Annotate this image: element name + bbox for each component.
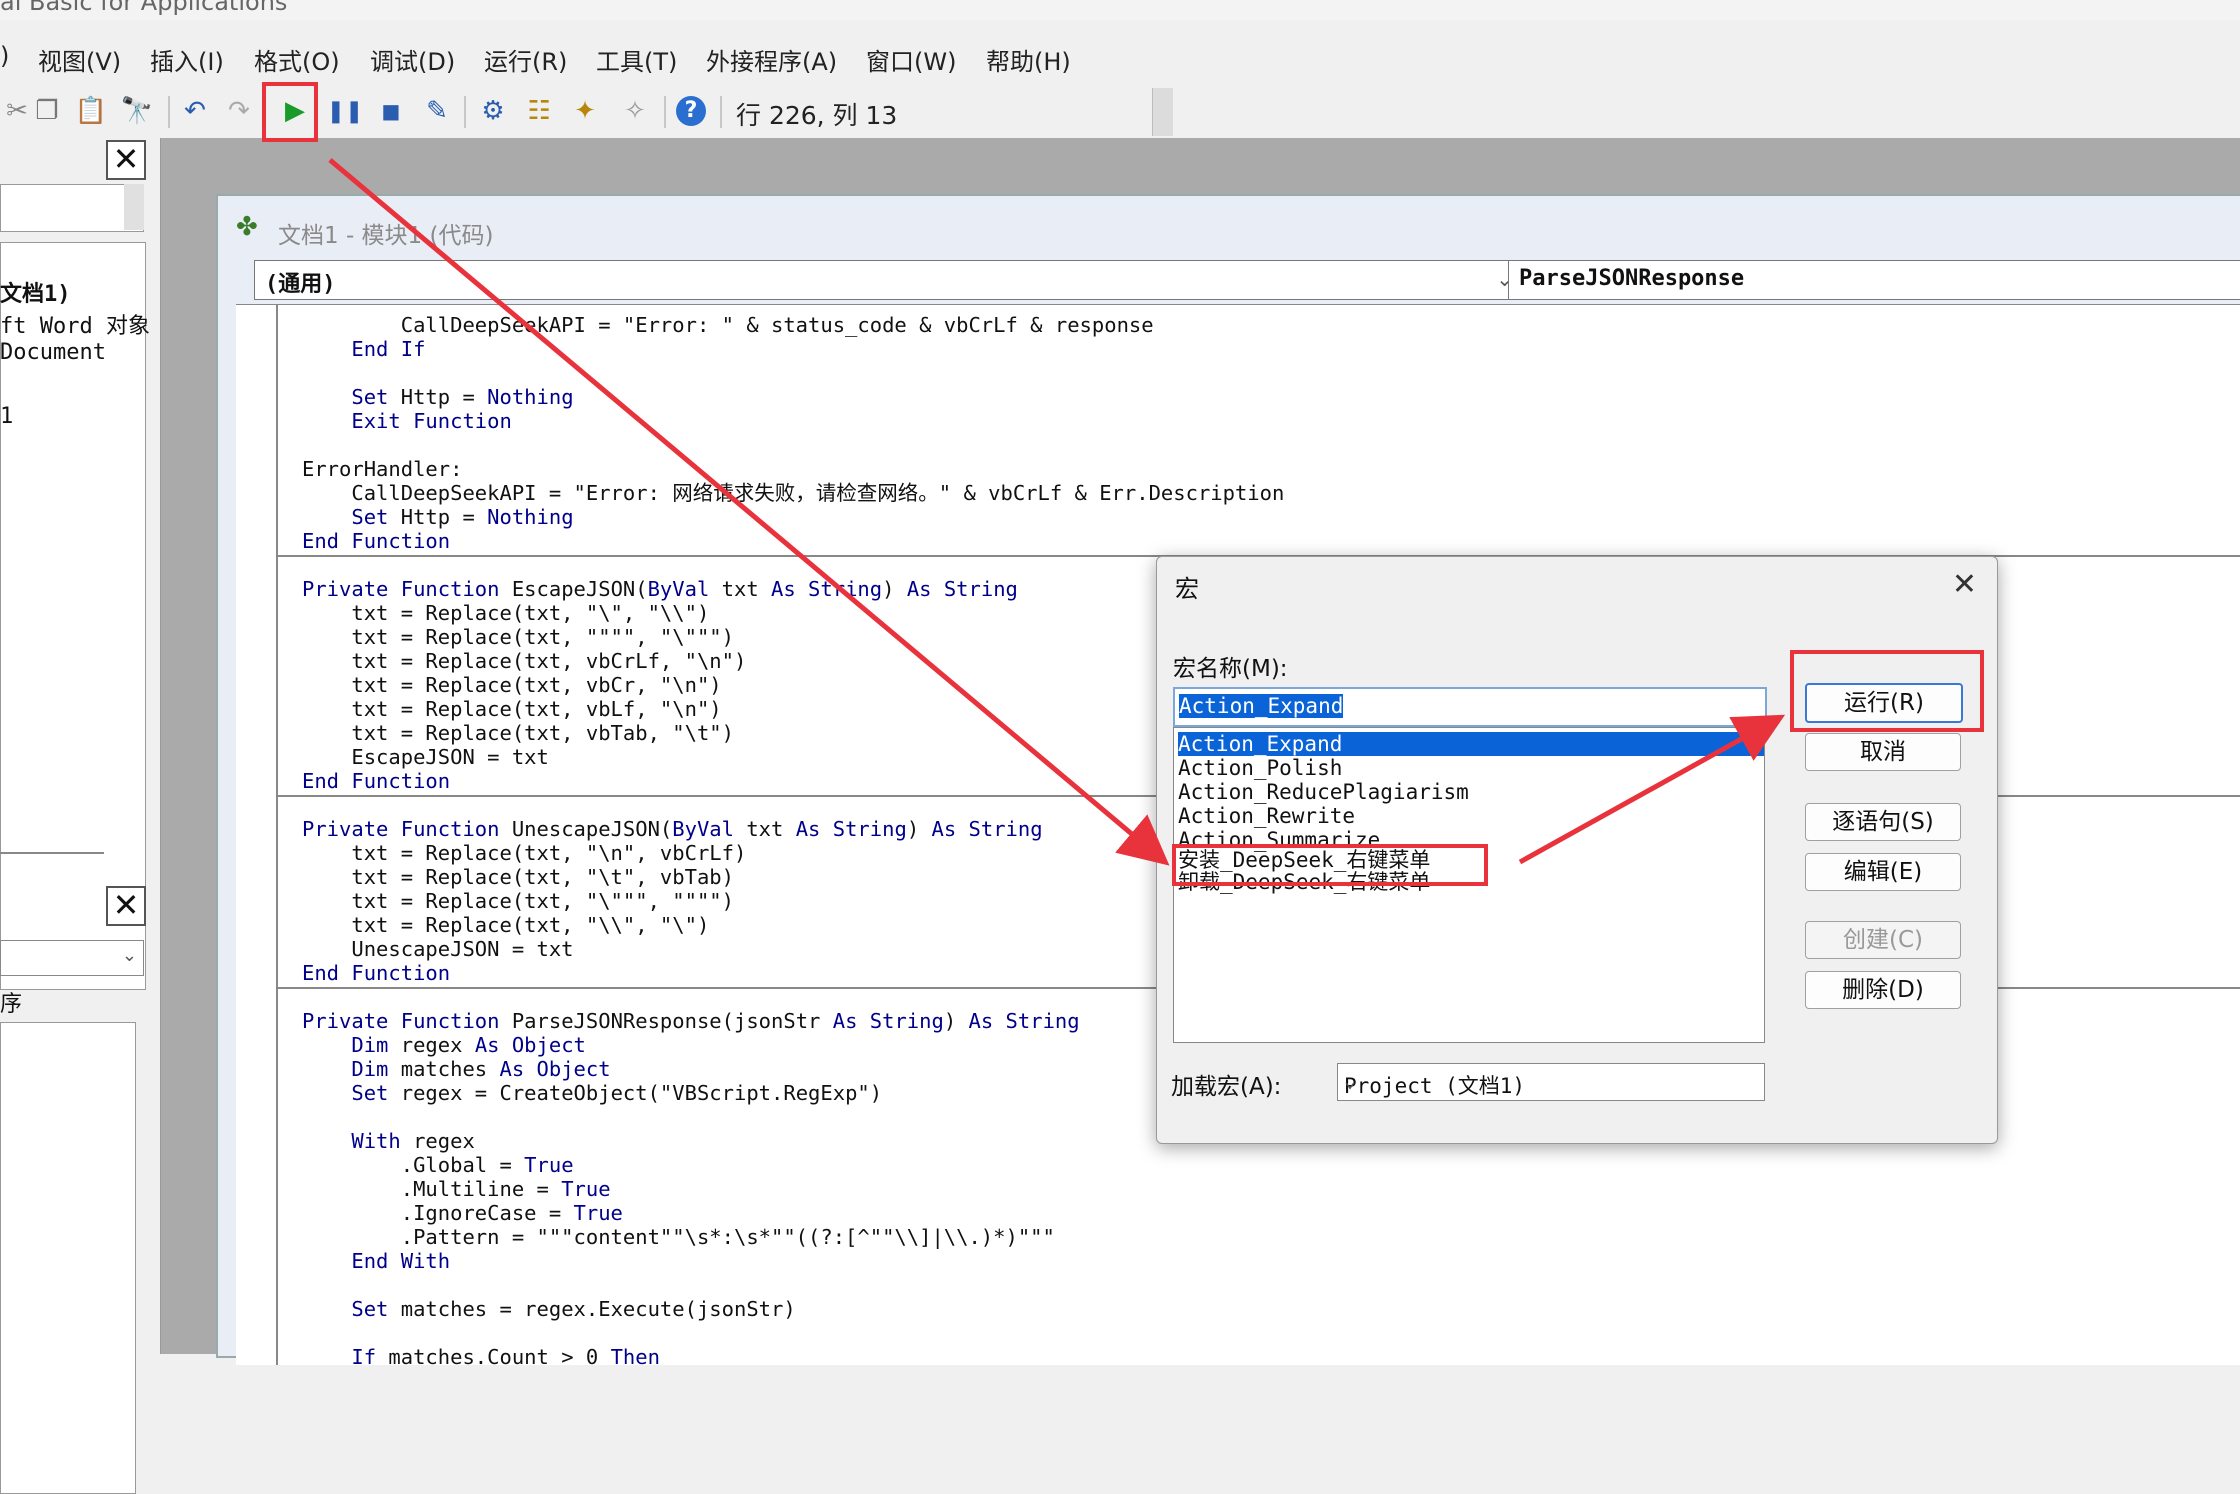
- arrow-list-to-run: [1518, 714, 1786, 865]
- annotation-arrows: [328, 158, 1786, 866]
- arrow-run-to-list: [328, 158, 1170, 866]
